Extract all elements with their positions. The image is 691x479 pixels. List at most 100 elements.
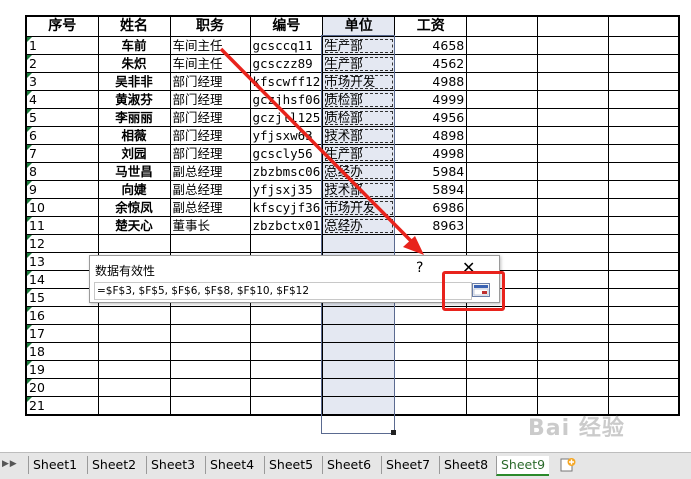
cell[interactable] — [466, 306, 539, 325]
cell[interactable]: 吴非非 — [97, 72, 171, 91]
cell[interactable]: 生产部 — [322, 54, 396, 73]
cell[interactable] — [466, 162, 539, 181]
cell[interactable] — [169, 342, 251, 361]
cell[interactable]: 4 — [25, 90, 99, 109]
cell[interactable]: 10 — [25, 198, 99, 217]
cell[interactable]: 部门经理 — [169, 90, 251, 109]
cell[interactable] — [322, 342, 396, 361]
column-header[interactable]: 姓名 — [97, 15, 171, 37]
cell[interactable] — [537, 72, 610, 91]
cell[interactable] — [608, 378, 680, 397]
cell[interactable] — [608, 342, 680, 361]
cell[interactable] — [169, 324, 251, 343]
cell[interactable] — [608, 54, 680, 73]
cell[interactable]: 6 — [25, 126, 99, 145]
cell[interactable] — [466, 15, 539, 37]
cell[interactable] — [97, 234, 171, 253]
cell[interactable]: zbzbctx01 — [249, 216, 324, 235]
cell[interactable] — [322, 324, 396, 343]
add-sheet-icon[interactable] — [560, 457, 576, 473]
cell[interactable] — [537, 216, 610, 235]
cell[interactable] — [466, 342, 539, 361]
cell[interactable]: zbzbmsc06 — [249, 162, 324, 181]
cell[interactable]: 李丽丽 — [97, 108, 171, 127]
cell[interactable]: 4999 — [394, 90, 468, 109]
cell[interactable]: 2 — [25, 54, 99, 73]
cell[interactable] — [608, 108, 680, 127]
cell[interactable] — [466, 180, 539, 199]
cell[interactable]: 黄淑芬 — [97, 90, 171, 109]
cell[interactable]: 技术部 — [322, 180, 396, 199]
cell[interactable]: 3 — [25, 72, 99, 91]
cell[interactable]: 8963 — [394, 216, 468, 235]
tab-scroll-icon[interactable]: ▶ ▶ — [2, 459, 17, 469]
cell[interactable]: 6986 — [394, 198, 468, 217]
cell[interactable]: 4956 — [394, 108, 468, 127]
cell[interactable]: 质检部 — [322, 108, 396, 127]
cell[interactable] — [537, 378, 610, 397]
cell[interactable]: 17 — [25, 324, 99, 343]
column-header[interactable]: 编号 — [249, 15, 324, 37]
tab-sheet2[interactable]: Sheet2 — [87, 456, 140, 474]
cell[interactable]: 市场开发 — [322, 198, 396, 217]
cell[interactable]: 余惊凤 — [97, 198, 171, 217]
cell[interactable] — [537, 324, 610, 343]
cell[interactable]: gczjll125 — [249, 108, 324, 127]
cell[interactable] — [608, 72, 680, 91]
cell[interactable] — [537, 162, 610, 181]
cell[interactable]: 刘园 — [97, 144, 171, 163]
cell[interactable] — [537, 270, 610, 289]
cell[interactable] — [394, 324, 468, 343]
cell[interactable]: gcscly56 — [249, 144, 324, 163]
cell[interactable]: 9 — [25, 180, 99, 199]
cell[interactable]: 部门经理 — [169, 72, 251, 91]
cell[interactable] — [466, 54, 539, 73]
cell[interactable] — [537, 306, 610, 325]
cell[interactable]: 部门经理 — [169, 144, 251, 163]
cell[interactable]: gcsczz89 — [249, 54, 324, 73]
cell[interactable] — [322, 234, 396, 253]
cell[interactable] — [608, 270, 680, 289]
cell[interactable] — [608, 15, 680, 37]
cell[interactable]: 20 — [25, 378, 99, 397]
column-header[interactable]: 单位 — [322, 15, 396, 37]
cell[interactable]: 车间主任 — [169, 54, 251, 73]
cell[interactable]: 马世昌 — [97, 162, 171, 181]
cell[interactable] — [97, 396, 171, 416]
cell[interactable] — [466, 144, 539, 163]
cell[interactable]: 1 — [25, 36, 99, 55]
cell[interactable] — [608, 306, 680, 325]
cell[interactable]: 车间主任 — [169, 36, 251, 55]
column-header[interactable]: 序号 — [25, 15, 99, 37]
cell[interactable] — [169, 234, 251, 253]
cell[interactable] — [169, 378, 251, 397]
cell[interactable] — [466, 126, 539, 145]
range-collapse-icon[interactable] — [472, 283, 490, 297]
cell[interactable] — [537, 198, 610, 217]
cell[interactable] — [466, 216, 539, 235]
cell[interactable]: 5894 — [394, 180, 468, 199]
cell[interactable] — [608, 216, 680, 235]
cell[interactable] — [169, 306, 251, 325]
cell[interactable] — [537, 54, 610, 73]
cell[interactable] — [97, 342, 171, 361]
tab-sheet9[interactable]: Sheet9 — [496, 456, 550, 476]
cell[interactable] — [97, 306, 171, 325]
cell[interactable]: 部门经理 — [169, 126, 251, 145]
cell[interactable]: gczjhsf06 — [249, 90, 324, 109]
cell[interactable]: 16 — [25, 306, 99, 325]
cell[interactable]: 4658 — [394, 36, 468, 55]
tab-sheet4[interactable]: Sheet4 — [205, 456, 258, 474]
cell[interactable] — [322, 306, 396, 325]
cell[interactable] — [466, 36, 539, 55]
cell[interactable]: 市场开发 — [322, 72, 396, 91]
cell[interactable] — [608, 180, 680, 199]
cell[interactable] — [249, 306, 324, 325]
tab-sheet6[interactable]: Sheet6 — [322, 456, 375, 474]
cell[interactable] — [249, 234, 324, 253]
cell[interactable] — [537, 234, 610, 253]
cell[interactable]: 5 — [25, 108, 99, 127]
cell[interactable]: 董事长 — [169, 216, 251, 235]
cell[interactable] — [466, 108, 539, 127]
cell[interactable] — [97, 360, 171, 379]
